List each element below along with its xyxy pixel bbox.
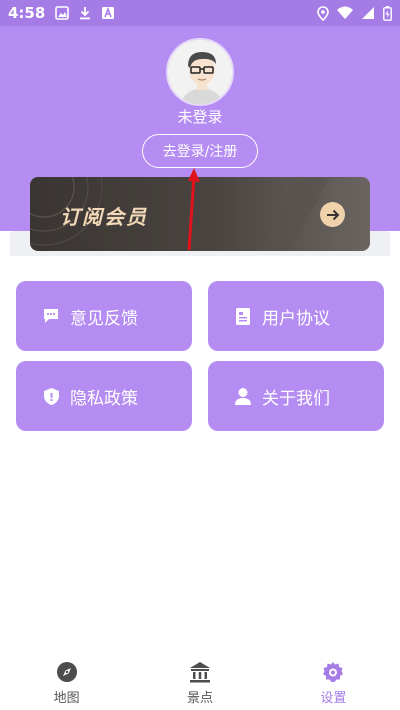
document-icon: [232, 305, 254, 327]
menu-label: 隐私政策: [70, 388, 138, 409]
tab-map[interactable]: 地图: [0, 652, 133, 710]
signal-icon: [361, 6, 375, 20]
wifi-icon: [337, 6, 353, 20]
status-bar: 4:58: [0, 0, 400, 26]
tab-label: 地图: [53, 691, 80, 706]
gear-icon: [321, 660, 345, 684]
tab-label: 设置: [320, 691, 347, 706]
menu-label: 关于我们: [262, 388, 330, 409]
bottom-tab-bar: 地图 景点 设置: [0, 652, 400, 710]
vip-title: 订阅会员: [60, 205, 148, 229]
login-register-button[interactable]: 去登录/注册: [142, 134, 258, 168]
shield-icon: [40, 385, 62, 407]
avatar[interactable]: [166, 38, 234, 106]
menu-feedback[interactable]: 意见反馈: [16, 281, 192, 351]
username-label: 未登录: [177, 108, 223, 126]
compass-icon: [55, 660, 79, 684]
download-icon: [78, 6, 92, 20]
person-icon: [232, 385, 254, 407]
location-icon: [317, 5, 329, 21]
menu-about-us[interactable]: 关于我们: [208, 361, 384, 431]
menu-label: 用户协议: [262, 308, 330, 329]
annotation-arrow: [187, 168, 200, 251]
tab-attractions[interactable]: 景点: [133, 652, 266, 710]
image-icon: [55, 6, 70, 20]
arrow-right-icon[interactable]: [320, 202, 345, 227]
app-store-icon: [101, 6, 115, 20]
menu-privacy-policy[interactable]: 隐私政策: [16, 361, 192, 431]
menu-user-agreement[interactable]: 用户协议: [208, 281, 384, 351]
tab-settings[interactable]: 设置: [267, 652, 400, 710]
battery-icon: [383, 5, 392, 21]
menu-label: 意见反馈: [70, 308, 138, 329]
status-time: 4:58: [8, 4, 46, 22]
tab-label: 景点: [186, 691, 213, 706]
landmark-icon: [188, 660, 212, 684]
chat-icon: [40, 305, 62, 327]
